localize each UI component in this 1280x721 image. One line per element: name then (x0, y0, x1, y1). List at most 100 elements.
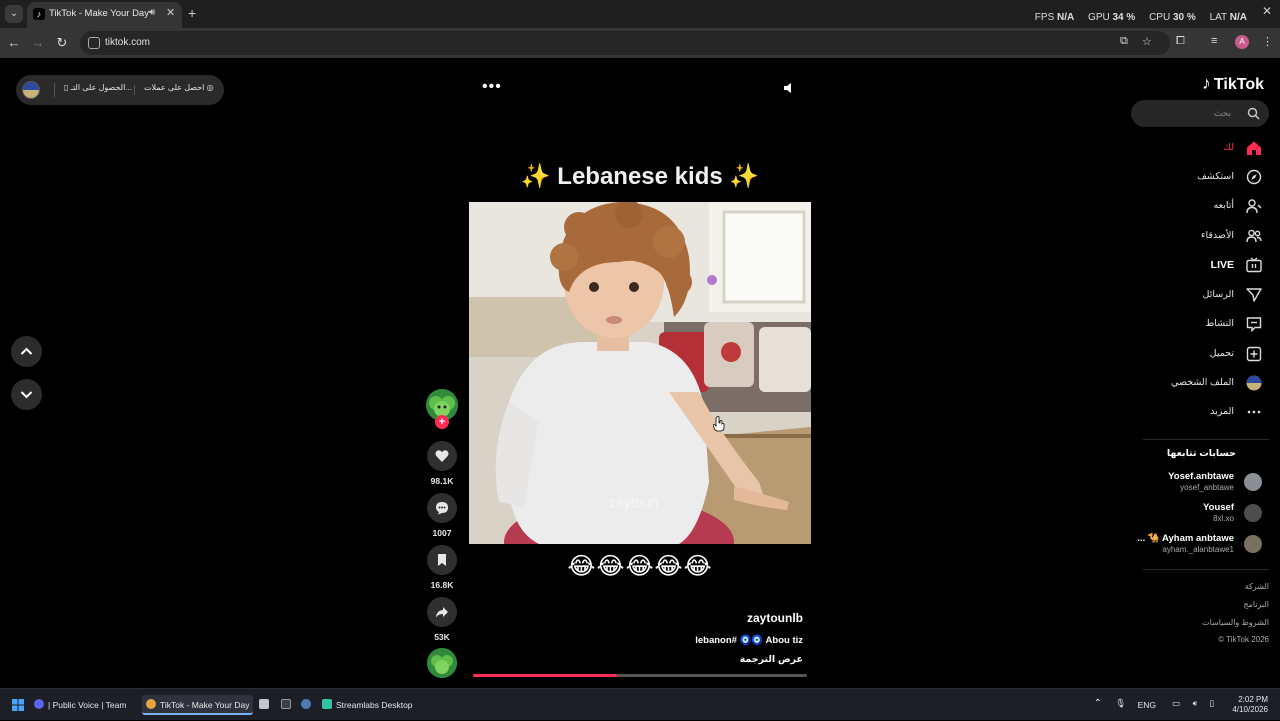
nav-upload[interactable]: تحميل (1130, 342, 1270, 366)
nav-activity-label: النشاط (1205, 318, 1234, 329)
nav-messages-label: الرسائل (1202, 289, 1234, 300)
nav-activity[interactable]: النشاط (1130, 312, 1270, 336)
menu-kebab-icon[interactable]: ⋮ (1262, 35, 1273, 48)
promo-avatar[interactable] (22, 81, 40, 99)
windows-start-icon[interactable] (12, 699, 24, 711)
tiktok-favicon-icon: ♪ (33, 8, 45, 20)
share-button[interactable] (427, 597, 457, 627)
taskbar-app-streamlabs[interactable]: Streamlabs Desktop (318, 695, 417, 715)
reload-icon[interactable]: ↻ (54, 35, 70, 51)
footer-link-terms[interactable]: الشروط والسياسات (1202, 618, 1269, 627)
hand-cursor-icon (713, 416, 725, 432)
network-icon[interactable]: ▭ (1172, 698, 1180, 709)
author-name[interactable]: zaytounlb (747, 611, 803, 625)
nav-live[interactable]: LIVE (1130, 253, 1270, 277)
chevron-down-icon (20, 391, 33, 399)
active-tab[interactable]: ♪ TikTok - Make Your Day 🔊︎ ✕ (27, 2, 182, 28)
forward-arrow-icon[interactable]: → (30, 35, 46, 50)
following-accounts-title: حسابات تتابعها (1166, 448, 1236, 459)
user-follow-icon (1246, 199, 1262, 214)
like-button[interactable] (427, 441, 457, 471)
site-info-icon[interactable] (88, 37, 100, 49)
get-coins-button[interactable]: احصل على عملات ◎ (144, 83, 214, 92)
share-count: 53K (434, 632, 450, 642)
friends-icon (1246, 229, 1262, 243)
taskbar-app-label: TikTok - Make Your Day (160, 700, 250, 710)
search-icon[interactable] (1247, 107, 1260, 120)
cpu-label: CPU (1149, 12, 1171, 23)
video-progress-bar[interactable] (473, 674, 807, 677)
taskbar-app-label: Streamlabs Desktop (336, 700, 413, 710)
profile-avatar[interactable]: A (1235, 35, 1249, 49)
nav-upload-label: تحميل (1209, 348, 1234, 359)
follow-plus-button[interactable]: + (435, 415, 449, 429)
nav-friends[interactable]: الأصدقاء (1130, 224, 1270, 248)
next-video-button[interactable] (11, 379, 42, 410)
more-options-icon[interactable]: ••• (482, 78, 502, 96)
volume-icon[interactable] (784, 82, 794, 94)
language-indicator[interactable]: ENG (1138, 700, 1156, 710)
tab-title: TikTok - Make Your Day (49, 8, 149, 19)
back-arrow-icon[interactable]: ← (6, 35, 22, 50)
divider (134, 85, 135, 95)
heart-icon (435, 450, 449, 462)
video-player[interactable]: zaytoun (469, 202, 811, 544)
footer-link-program[interactable]: البرنامج (1243, 600, 1269, 609)
footer-link-company[interactable]: الشركة (1245, 582, 1269, 591)
nav-profile[interactable]: الملف الشخصي (1130, 371, 1270, 395)
search-input[interactable]: بحث (1131, 100, 1269, 127)
see-translation-link[interactable]: عرض الترجمة (740, 654, 803, 665)
gpu-label: GPU (1088, 12, 1110, 23)
footer-copyright: © TikTok 2026 (1218, 635, 1269, 644)
taskbar-app-explorer[interactable] (255, 695, 277, 715)
account-handle: yosef_anbtawe (1180, 483, 1234, 492)
media-controls-icon[interactable]: ≡ (1211, 35, 1217, 47)
get-coins-label: احصل على عملات (144, 83, 205, 92)
nav-following[interactable]: أتابعه (1130, 194, 1270, 218)
music-disc-image (427, 648, 457, 678)
tab-audio-icon[interactable]: 🔊︎ (149, 7, 155, 18)
account-avatar (1244, 473, 1262, 491)
get-app-label: الحصول على التـ... (70, 83, 132, 92)
taskbar-app-terminal[interactable] (277, 695, 299, 715)
profile-avatar-icon (1246, 375, 1262, 391)
battery-icon[interactable]: ▯ (1209, 698, 1214, 709)
install-app-icon[interactable]: ⧉ (1120, 35, 1128, 48)
url-text[interactable]: tiktok.com (105, 37, 150, 48)
speaker-icon[interactable]: 🔉︎ (1193, 698, 1198, 709)
following-account[interactable]: ... 🐪 Ayham anbtawe ayham._alanbtawe1 (1130, 531, 1270, 559)
nav-messages[interactable]: الرسائل (1130, 283, 1270, 307)
new-tab-button[interactable]: + (188, 5, 196, 21)
chevron-up-icon[interactable]: ⌃ (1094, 698, 1102, 709)
microphone-icon[interactable]: 🎙︎ (1115, 698, 1126, 709)
nav-profile-label: الملف الشخصي (1171, 377, 1234, 388)
clock[interactable]: 2:02 PM 4/10/2026 (1232, 695, 1268, 715)
following-account[interactable]: Yosef.anbtawe yosef_anbtawe (1130, 469, 1270, 497)
get-app-button[interactable]: ▯ الحصول على التـ... (64, 83, 132, 92)
tiktok-logo[interactable]: ♪ TikTok (1202, 73, 1264, 94)
bookmark-star-icon[interactable]: ☆ (1142, 35, 1152, 48)
promo-pill: ▯ الحصول على التـ... احصل على عملات ◎ (16, 75, 224, 105)
window-close-icon[interactable]: ✕ (1262, 4, 1272, 18)
nav-more[interactable]: المزيد (1130, 400, 1270, 424)
taskbar-app-steam[interactable] (297, 695, 319, 715)
comment-button[interactable] (427, 493, 457, 523)
gpu-value: 34 % (1112, 12, 1136, 23)
nav-explore-label: استكشف (1196, 171, 1234, 182)
logo-text: TikTok (1213, 76, 1264, 93)
video-frame-image (469, 202, 811, 544)
previous-video-button[interactable] (11, 336, 42, 367)
music-disc[interactable] (427, 648, 457, 678)
caption-emoji: 😂😂😂😂😂 (567, 553, 713, 580)
following-account[interactable]: Yousef 8xl.xo (1130, 500, 1270, 528)
tab-search-button[interactable]: ⌄ (5, 5, 23, 23)
nav-for-you[interactable]: لك (1130, 136, 1270, 160)
bookmark-button[interactable] (427, 545, 457, 575)
nav-explore[interactable]: استكشف (1130, 165, 1270, 189)
taskbar-app-chrome[interactable]: TikTok - Make Your Day (142, 695, 254, 715)
tab-close-icon[interactable]: ✕ (166, 6, 175, 19)
bookmark-icon (438, 554, 446, 566)
address-bar[interactable]: tiktok.com (80, 31, 1170, 55)
extensions-icon[interactable]: ⧠ (1176, 35, 1185, 48)
taskbar-app-discord[interactable]: | Public Voice | Team (30, 695, 130, 715)
